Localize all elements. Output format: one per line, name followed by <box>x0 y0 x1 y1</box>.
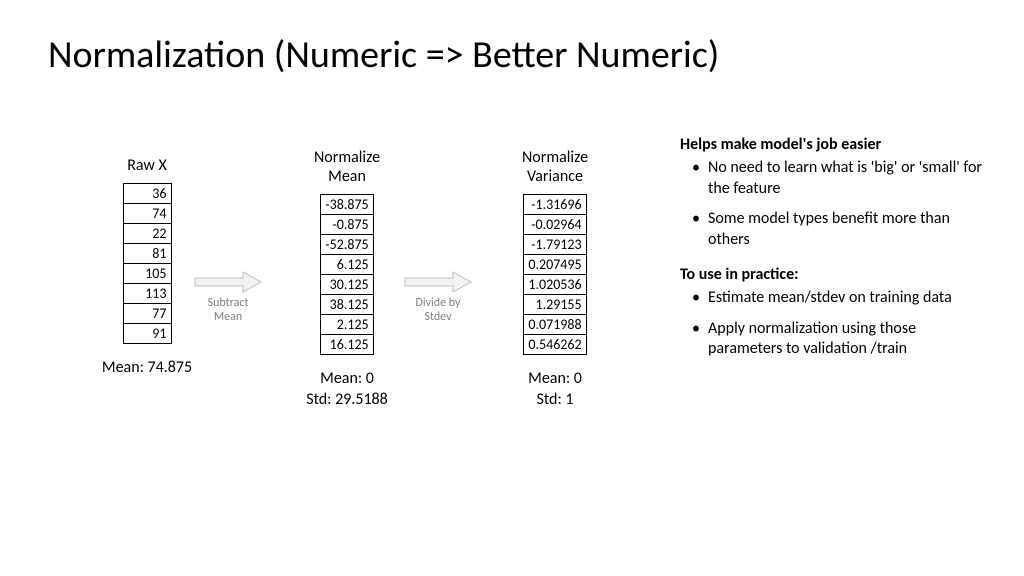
column-normalize-mean: NormalizeMean -38.875 -0.875 -52.875 6.1… <box>292 148 402 411</box>
arrow-icon <box>403 270 473 294</box>
slide-title: Normalization (Numeric => Better Numeric… <box>48 32 719 78</box>
cell: 1.29155 <box>524 295 586 315</box>
column-header: Raw X <box>92 156 202 175</box>
column-raw-x: Raw X 36 74 22 81 105 113 77 91 Mean: 74… <box>92 156 202 379</box>
stat-line: Std: 1 <box>500 390 610 411</box>
column-header: NormalizeMean <box>292 148 402 186</box>
cell: 74 <box>123 204 171 224</box>
cell: 0.071988 <box>524 315 586 335</box>
cell: -1.79123 <box>524 235 586 255</box>
column-header: NormalizeVariance <box>500 148 610 186</box>
stat-line: Mean: 74.875 <box>92 358 202 379</box>
data-table-norm-mean: -38.875 -0.875 -52.875 6.125 30.125 38.1… <box>320 194 373 355</box>
stat-line: Mean: 0 <box>500 369 610 390</box>
stat-line: Std: 29.5188 <box>292 390 402 411</box>
arrow-label: Divide byStdev <box>398 296 478 325</box>
stats: Mean: 74.875 <box>92 358 202 379</box>
cell: 113 <box>123 284 171 304</box>
cell: 81 <box>123 244 171 264</box>
cell: 6.125 <box>321 255 373 275</box>
arrow-subtract-mean: SubtractMean <box>188 270 268 325</box>
notes-heading: To use in practice: <box>680 265 990 286</box>
cell: 30.125 <box>321 275 373 295</box>
data-table-raw: 36 74 22 81 105 113 77 91 <box>123 183 172 344</box>
notes-heading: Helps make model's job easier <box>680 135 990 156</box>
data-table-norm-var: -1.31696 -0.02964 -1.79123 0.207495 1.02… <box>523 194 586 355</box>
cell: 1.020536 <box>524 275 586 295</box>
cell: -0.02964 <box>524 215 586 235</box>
notes-section: Helps make model's job easier No need to… <box>680 135 990 374</box>
stats: Mean: 0 Std: 1 <box>500 369 610 411</box>
cell: 0.207495 <box>524 255 586 275</box>
bullet: Estimate mean/stdev on training data <box>708 288 990 309</box>
cell: 38.125 <box>321 295 373 315</box>
cell: 105 <box>123 264 171 284</box>
cell: 77 <box>123 304 171 324</box>
cell: 22 <box>123 224 171 244</box>
cell: -1.31696 <box>524 195 586 215</box>
column-normalize-variance: NormalizeVariance -1.31696 -0.02964 -1.7… <box>500 148 610 411</box>
cell: -52.875 <box>321 235 373 255</box>
cell: 36 <box>123 184 171 204</box>
bullet: Apply normalization using those paramete… <box>708 319 990 361</box>
arrow-divide-stdev: Divide byStdev <box>398 270 478 325</box>
stat-line: Mean: 0 <box>292 369 402 390</box>
arrow-icon <box>193 270 263 294</box>
bullet: No need to learn what is 'big' or 'small… <box>708 158 990 200</box>
cell: 91 <box>123 324 171 344</box>
cell: 2.125 <box>321 315 373 335</box>
cell: -0.875 <box>321 215 373 235</box>
cell: -38.875 <box>321 195 373 215</box>
bullet: Some model types benefit more than other… <box>708 209 990 251</box>
arrow-label: SubtractMean <box>188 296 268 325</box>
stats: Mean: 0 Std: 29.5188 <box>292 369 402 411</box>
cell: 0.546262 <box>524 335 586 355</box>
cell: 16.125 <box>321 335 373 355</box>
